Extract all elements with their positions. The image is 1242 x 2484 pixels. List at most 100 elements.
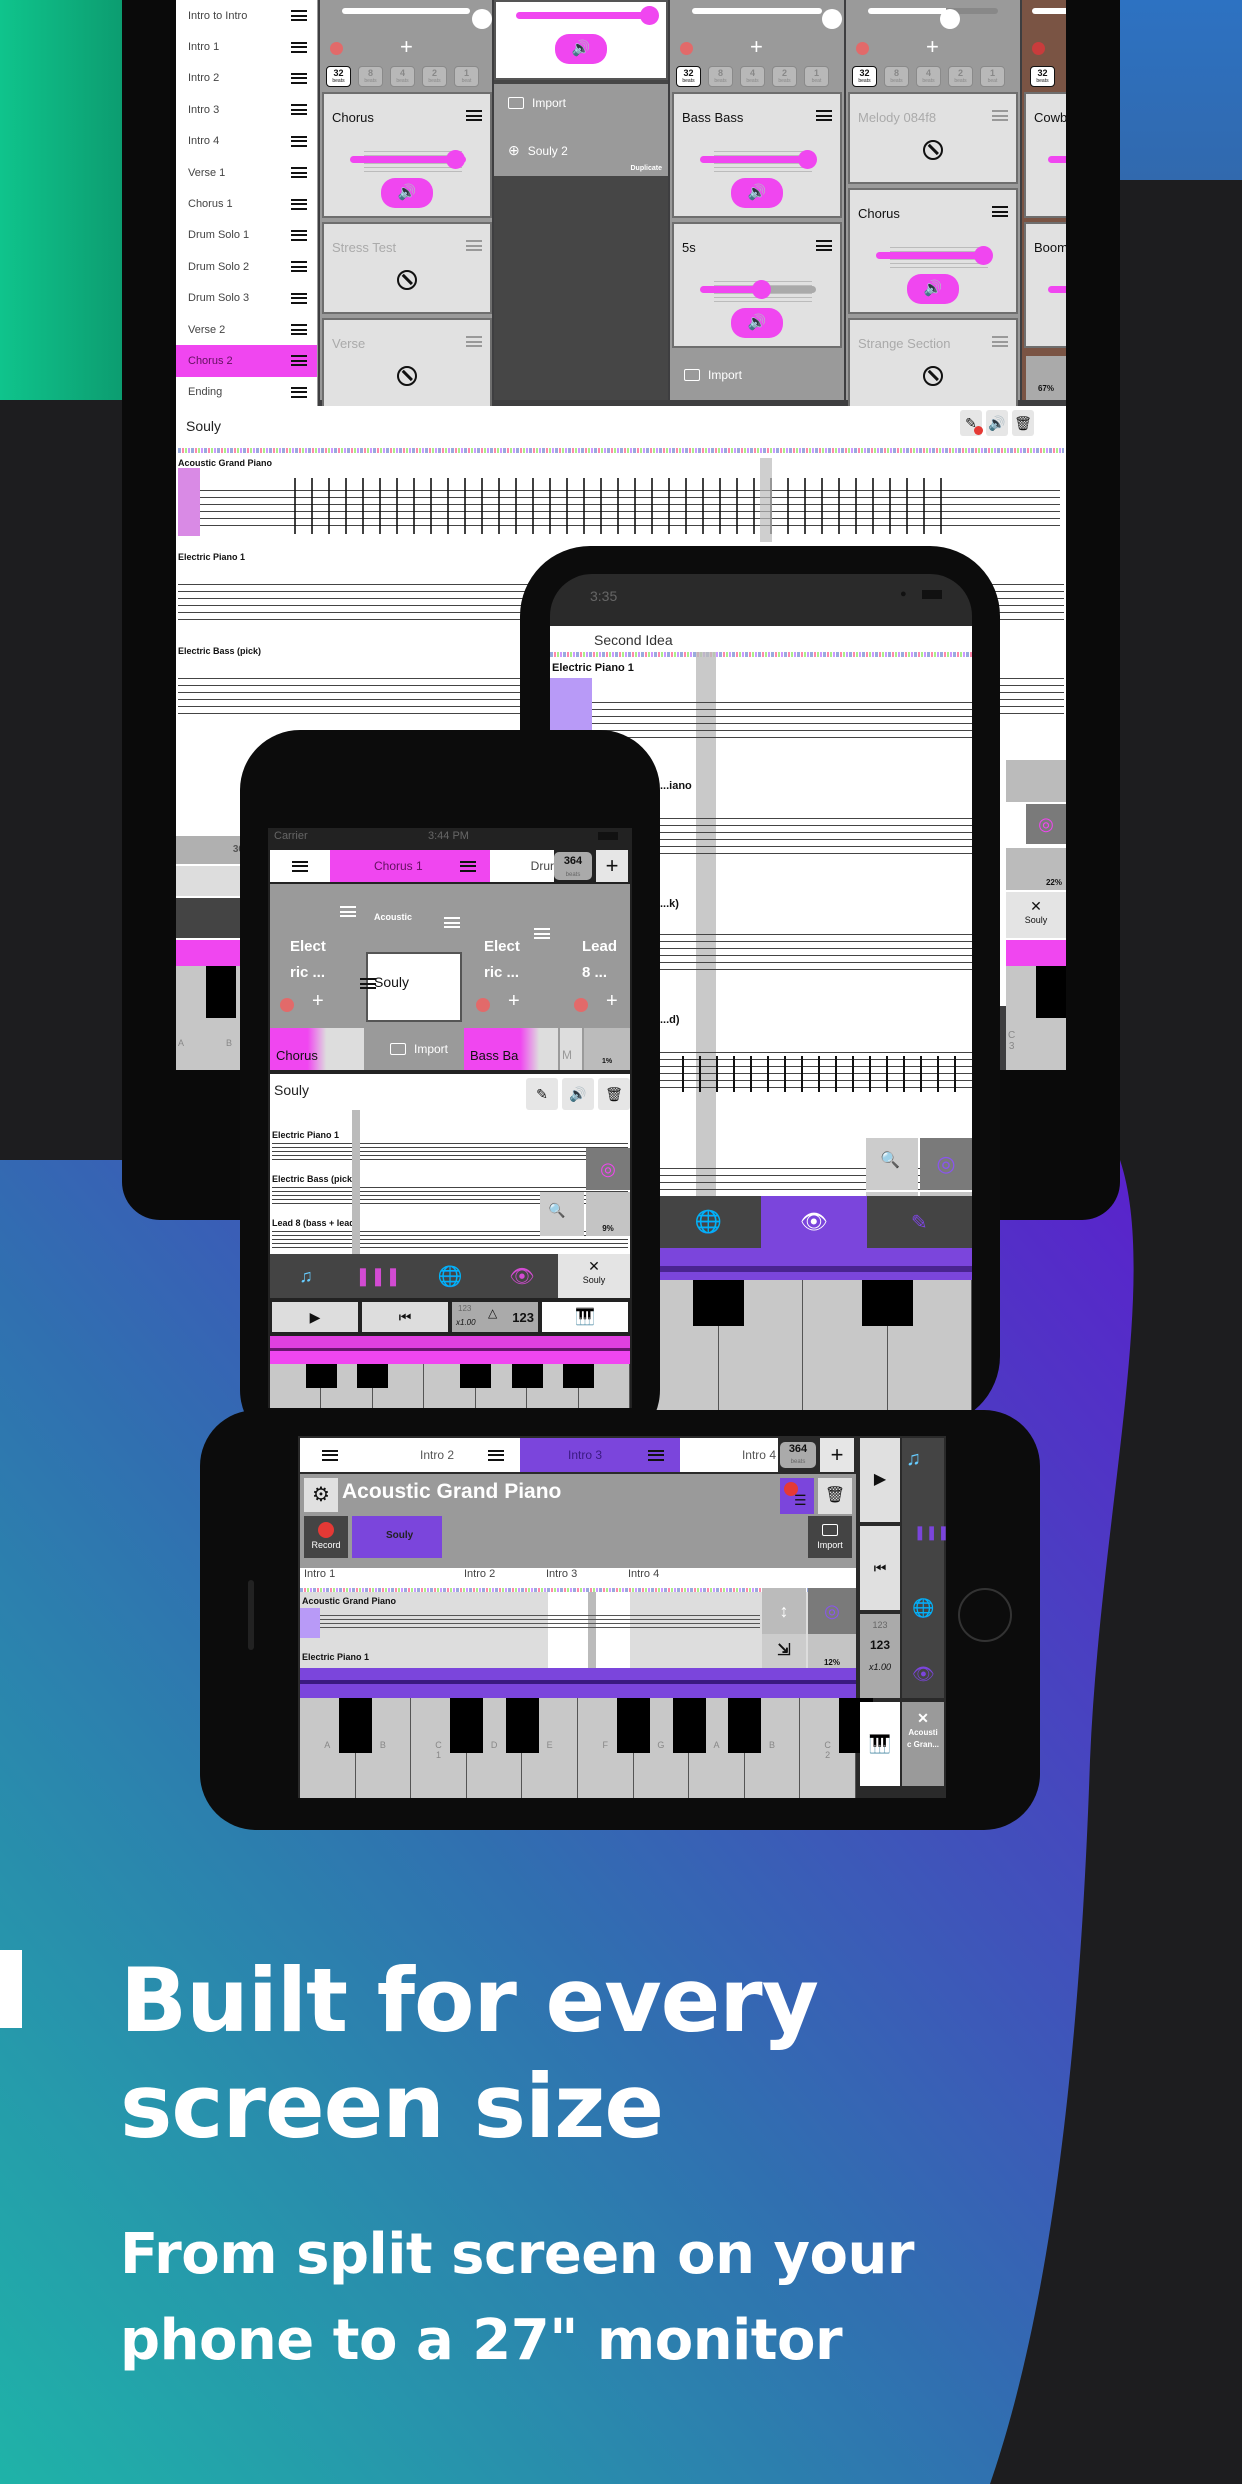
drag-handle-icon[interactable] (291, 167, 307, 179)
sidebar-item[interactable]: Chorus 1 (176, 188, 317, 219)
delete-button[interactable]: 🗑 (1012, 410, 1034, 436)
drag-handle-icon[interactable] (291, 292, 307, 304)
clip-card[interactable]: Melody 084f8 (848, 92, 1018, 184)
clip-card[interactable]: M (560, 1028, 582, 1070)
record-arm-button[interactable] (476, 998, 490, 1012)
beat-button-2[interactable]: 2 beats (772, 66, 797, 87)
clip-level-knob[interactable] (446, 150, 465, 169)
record-edit-button[interactable]: ✎ (526, 1078, 558, 1110)
zoom-button[interactable]: 22% (1006, 848, 1066, 890)
beat-button-1[interactable]: 1 beat (804, 66, 829, 87)
tab-globe[interactable]: 🌐 (656, 1196, 762, 1248)
beat-button-32[interactable]: 32 beats (676, 66, 701, 87)
piano-keyboard[interactable]: A B (176, 966, 248, 1070)
play-button[interactable]: ▶ (860, 1438, 900, 1522)
beat-button-4[interactable]: 4 beats (916, 66, 941, 87)
record-arm-button[interactable] (574, 998, 588, 1012)
clip-menu-icon[interactable] (816, 240, 832, 251)
keyboard-toggle-button[interactable]: 🎹 (860, 1702, 900, 1786)
black-key[interactable] (460, 1364, 492, 1389)
drag-handle-icon[interactable] (291, 386, 307, 398)
tempo-button[interactable]: 123 x1.00 △ 123 (452, 1302, 538, 1332)
beat-button-8[interactable]: 8 beats (358, 66, 383, 87)
clip-level-slider[interactable] (350, 150, 466, 169)
close-button[interactable]: ✕ Souly (558, 1254, 630, 1298)
sidebar-item[interactable]: Drum Solo 1 (176, 220, 317, 251)
fit-height-button[interactable]: 🔍 (866, 1138, 918, 1190)
tempo-button[interactable]: 123 123 x1.00 (860, 1614, 900, 1698)
piano-keyboard[interactable] (270, 1364, 630, 1408)
zoom-button[interactable]: 67% (1026, 356, 1066, 400)
add-clip-button[interactable]: + (926, 34, 939, 60)
tab-globe[interactable]: 🌐 (912, 1598, 934, 1619)
clip-level-knob[interactable] (752, 280, 771, 299)
black-key[interactable] (563, 1364, 594, 1389)
zoom-button[interactable]: 9% (586, 1192, 630, 1236)
beat-button-2[interactable]: 2 beats (422, 66, 447, 87)
selected-clip[interactable]: Souly (360, 952, 462, 1022)
record-list-button[interactable]: ☰ (780, 1478, 814, 1514)
beat-button-8[interactable]: 8 beats (884, 66, 909, 87)
drag-handle-icon[interactable] (291, 135, 307, 147)
clip-card[interactable]: Stress Test (322, 222, 492, 314)
add-clip-button[interactable]: + (606, 990, 618, 1013)
locate-button[interactable]: ◎ (808, 1588, 856, 1634)
clip-level-slider[interactable] (1048, 286, 1066, 293)
locate-button[interactable]: ◎ (586, 1148, 630, 1190)
clip-level-knob[interactable] (798, 150, 817, 169)
clip-card[interactable]: Souly (352, 1516, 442, 1558)
section-tab[interactable] (270, 850, 330, 882)
section-tab[interactable]: Intro 4 (680, 1438, 778, 1472)
import-button[interactable]: Import (808, 1516, 852, 1558)
duplicate-button[interactable]: ⊕ Souly 2 (508, 142, 568, 159)
record-arm-button[interactable] (280, 998, 294, 1012)
tab-tracks[interactable]: ❚❚❚ (342, 1254, 414, 1298)
section-tab[interactable]: Drur (490, 850, 554, 882)
section-tab[interactable] (300, 1438, 360, 1472)
clip-level-slider[interactable] (876, 246, 993, 265)
clip-card[interactable]: Cowbe (1024, 92, 1066, 218)
clip-card[interactable]: 5s 🔊 (672, 222, 842, 348)
black-key[interactable] (1036, 966, 1066, 1018)
drag-handle-icon[interactable] (291, 104, 307, 116)
fit-height-button[interactable]: ↕ (762, 1588, 806, 1634)
track-menu-icon[interactable] (534, 928, 550, 939)
sidebar-item[interactable]: Drum Solo 2 (176, 251, 317, 282)
rewind-button[interactable]: ⏮ (362, 1302, 448, 1332)
black-key[interactable] (693, 1280, 745, 1327)
beat-button-32[interactable]: 32 beats (852, 66, 877, 87)
track-menu-icon[interactable] (340, 906, 356, 917)
tab-eye[interactable]: 👁 (486, 1254, 558, 1298)
home-button[interactable] (958, 1588, 1012, 1642)
add-section-button[interactable]: + (820, 1438, 854, 1472)
section-tab[interactable]: Intro 2 (360, 1438, 520, 1472)
volume-slider[interactable] (1032, 8, 1066, 14)
app-logo[interactable]: ♫ (906, 1448, 921, 1471)
drag-handle-icon[interactable] (291, 261, 307, 273)
fit-height-button[interactable] (1006, 760, 1066, 802)
beat-button-8[interactable]: 8 beats (708, 66, 733, 87)
black-key[interactable] (206, 966, 236, 1018)
section-tab-active[interactable]: Chorus 1 (330, 850, 490, 882)
piano-keyboard[interactable]: C3 (1006, 966, 1066, 1070)
section-tab-active[interactable]: Intro 3 (520, 1438, 680, 1472)
sidebar-item[interactable]: Verse 1 (176, 157, 317, 188)
record-arm-button[interactable] (856, 42, 869, 55)
beat-button-32[interactable]: 32 beats (326, 66, 351, 87)
add-clip-button[interactable]: + (750, 34, 763, 60)
sidebar-item[interactable]: Drum Solo 3 (176, 283, 317, 314)
add-clip-button[interactable]: + (312, 990, 324, 1013)
beat-button-32[interactable]: 32 beats (1030, 66, 1055, 87)
add-section-button[interactable] (176, 866, 248, 896)
clip-card[interactable]: Bass Ba (464, 1028, 558, 1070)
clip-level-slider[interactable] (1048, 156, 1066, 163)
speaker-button[interactable]: 🔊 (731, 308, 783, 338)
tab-eye[interactable]: 👁 (761, 1196, 867, 1248)
clip-level-knob[interactable] (974, 246, 993, 265)
sidebar-item[interactable]: Verse 2 (176, 314, 317, 345)
delete-button[interactable]: 🗑 (818, 1478, 852, 1514)
black-key[interactable] (505, 1698, 540, 1753)
keyboard-toggle-button[interactable]: 🎹 (542, 1302, 628, 1332)
zoom-button[interactable]: 1% (584, 1028, 630, 1070)
clip-menu-icon[interactable] (816, 110, 832, 121)
